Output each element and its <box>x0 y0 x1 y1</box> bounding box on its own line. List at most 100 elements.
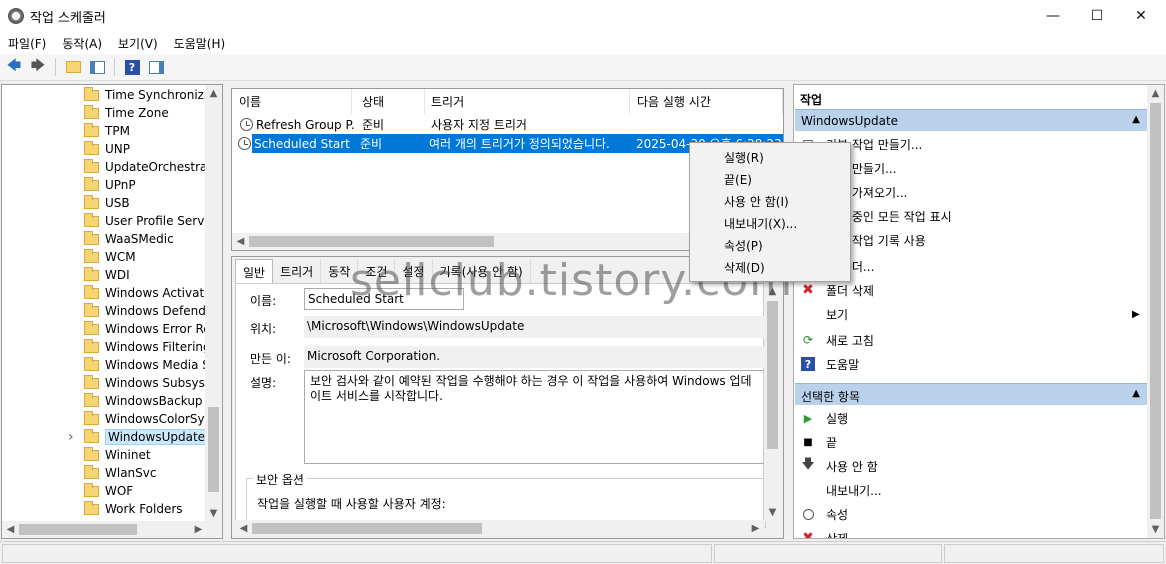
tab-triggers[interactable]: 트리거 <box>273 259 322 283</box>
tab-general[interactable]: 일반 <box>235 259 274 283</box>
up-folder-icon[interactable] <box>63 57 83 77</box>
tree-horizontal-scrollbar[interactable]: ◀ ▶ <box>2 521 222 538</box>
context-menu-run[interactable]: 실행(R) <box>724 146 764 168</box>
action-refresh[interactable]: ⟳ 새로 고침 <box>794 329 1149 351</box>
tree-item[interactable]: Wininet <box>2 446 212 464</box>
tree-item[interactable]: WlanSvc <box>2 464 212 482</box>
detail-horizontal-scrollbar[interactable]: ◀ ▶ <box>235 520 764 537</box>
tree-item[interactable]: Time Zone <box>2 104 212 122</box>
column-header-name[interactable]: 이름 <box>232 89 352 114</box>
task-name: Refresh Group P... <box>256 117 356 132</box>
tree-item[interactable]: Windows Filtering <box>2 338 212 356</box>
action-end[interactable]: ■ 끝 <box>794 431 1149 453</box>
menu-view[interactable]: 보기(V) <box>110 32 166 54</box>
scroll-left-arrow[interactable]: ◀ <box>235 520 252 537</box>
help-icon[interactable]: ? <box>122 57 142 77</box>
context-menu-delete[interactable]: 삭제(D) <box>724 256 765 278</box>
table-row[interactable]: Refresh Group P... 준비 사용자 지정 트리거 <box>234 115 783 134</box>
scroll-thumb[interactable] <box>252 523 482 534</box>
maximize-button[interactable]: ☐ <box>1074 0 1120 32</box>
title-bar: 작업 스케줄러 — ☐ ✕ <box>0 0 1166 32</box>
tree-item[interactable]: UPnP <box>2 176 212 194</box>
action-view[interactable]: 보기 ▶ <box>794 303 1149 325</box>
actions-vertical-scrollbar[interactable]: ▲ ▼ <box>1147 85 1164 538</box>
tree-item[interactable]: Windows Subsyste <box>2 374 217 392</box>
actions-section-selected-item[interactable]: 선택한 항목 ▲ <box>795 383 1148 405</box>
tree-item[interactable]: TPM <box>2 122 212 140</box>
tab-actions[interactable]: 동작 <box>321 259 359 283</box>
scroll-thumb[interactable] <box>208 407 219 492</box>
collapse-icon[interactable]: ▲ <box>1132 388 1140 399</box>
minimize-button[interactable]: — <box>1030 0 1076 32</box>
tree-vertical-scrollbar[interactable]: ▲ ▼ <box>205 85 222 522</box>
task-trigger: 여러 개의 트리거가 정의되었습니다. <box>429 137 610 151</box>
tree-item[interactable]: Time Synchronizat <box>2 86 216 104</box>
context-menu-end[interactable]: 끝(E) <box>724 168 752 190</box>
tree-item[interactable]: Windows Media Sh <box>2 356 217 374</box>
tree-item[interactable]: WDI <box>2 266 212 284</box>
description-field[interactable]: 보안 검사와 같이 예약된 작업을 수행해야 하는 경우 이 작업을 사용하여 … <box>304 370 766 464</box>
tab-settings[interactable]: 설정 <box>395 259 433 283</box>
tree-item[interactable]: User Profile Service <box>2 212 222 230</box>
context-menu-properties[interactable]: 속성(P) <box>724 234 763 256</box>
scroll-right-arrow[interactable]: ▶ <box>190 521 207 538</box>
action-delete-folder[interactable]: ✖ 폴더 삭제 <box>794 279 1149 301</box>
tree-item[interactable]: UpdateOrchestrato <box>2 158 219 176</box>
expand-chevron-icon[interactable]: › <box>68 429 74 445</box>
tree-item[interactable]: Windows Activatio <box>2 284 215 302</box>
scroll-thumb[interactable] <box>19 524 137 535</box>
action-delete[interactable]: ✖ 삭제 <box>794 527 1149 538</box>
scroll-right-arrow[interactable]: ▶ <box>747 520 764 537</box>
tree-item-label: WOF <box>105 484 134 498</box>
menu-help[interactable]: 도움말(H) <box>166 32 234 54</box>
scroll-up-arrow[interactable]: ▲ <box>764 283 781 300</box>
detail-vertical-scrollbar[interactable]: ▲ ▼ <box>764 283 781 521</box>
back-icon[interactable]: 🡄 <box>4 57 24 77</box>
tab-conditions[interactable]: 조건 <box>358 259 396 283</box>
action-export[interactable]: 내보내기... <box>794 479 1149 501</box>
tree-item[interactable]: USB <box>2 194 212 212</box>
scroll-thumb[interactable] <box>767 301 778 449</box>
action-disable[interactable]: 🡇 사용 안 함 <box>794 455 1149 477</box>
tree-item[interactable]: WOF <box>2 482 212 500</box>
folder-icon <box>84 86 99 101</box>
scroll-left-arrow[interactable]: ◀ <box>232 233 249 250</box>
tree-item[interactable]: › WindowsUpdate <box>2 428 212 446</box>
tree-item[interactable]: WCM <box>2 248 212 266</box>
action-help[interactable]: ? 도움말 <box>794 353 1149 375</box>
tree-item[interactable]: WindowsColorSyst <box>2 410 216 428</box>
action-properties[interactable]: 속성 <box>794 503 1149 525</box>
context-menu-export[interactable]: 내보내기(X)... <box>724 212 797 234</box>
tree-item[interactable]: Windows Defender <box>2 302 218 320</box>
column-header-status[interactable]: 상태 <box>355 89 425 114</box>
collapse-icon[interactable]: ▲ <box>1132 114 1140 125</box>
tab-history[interactable]: 기록(사용 안 함) <box>433 259 531 283</box>
task-name: Scheduled Start <box>254 136 350 151</box>
tree-item[interactable]: WindowsBackup <box>2 392 212 410</box>
context-menu-disable[interactable]: 사용 안 함(I) <box>724 190 789 212</box>
tree-item[interactable]: Work Folders <box>2 500 212 518</box>
menu-action[interactable]: 동작(A) <box>54 32 110 54</box>
scroll-down-arrow[interactable]: ▼ <box>1147 521 1164 538</box>
menu-file[interactable]: 파일(F) <box>0 32 54 54</box>
scroll-up-arrow[interactable]: ▲ <box>1147 85 1164 102</box>
scroll-down-arrow[interactable]: ▼ <box>764 504 781 521</box>
tree-item[interactable]: UNP <box>2 140 212 158</box>
forward-icon[interactable]: 🡆 <box>28 57 48 77</box>
tree-item[interactable]: Windows Error Rep <box>2 320 218 338</box>
scroll-thumb[interactable] <box>249 236 494 247</box>
scroll-down-arrow[interactable]: ▼ <box>205 505 222 522</box>
column-header-next-run[interactable]: 다음 실행 시간 <box>630 89 783 114</box>
scroll-left-arrow[interactable]: ◀ <box>2 521 19 538</box>
scroll-thumb[interactable] <box>1150 103 1161 519</box>
tree-item[interactable]: WaaSMedic <box>2 230 212 248</box>
scroll-up-arrow[interactable]: ▲ <box>205 85 222 102</box>
actions-section-windowsupdate[interactable]: WindowsUpdate ▲ <box>795 109 1148 131</box>
show-hide-tree-icon[interactable] <box>87 57 107 77</box>
close-button[interactable]: ✕ <box>1118 0 1164 32</box>
column-header-trigger[interactable]: 트리거 <box>424 89 630 114</box>
show-hide-action-pane-icon[interactable] <box>146 57 166 77</box>
name-field[interactable]: Scheduled Start <box>304 288 464 310</box>
delete-x-icon: ✖ <box>802 282 814 298</box>
action-run[interactable]: ▶ 실행 <box>794 407 1149 429</box>
